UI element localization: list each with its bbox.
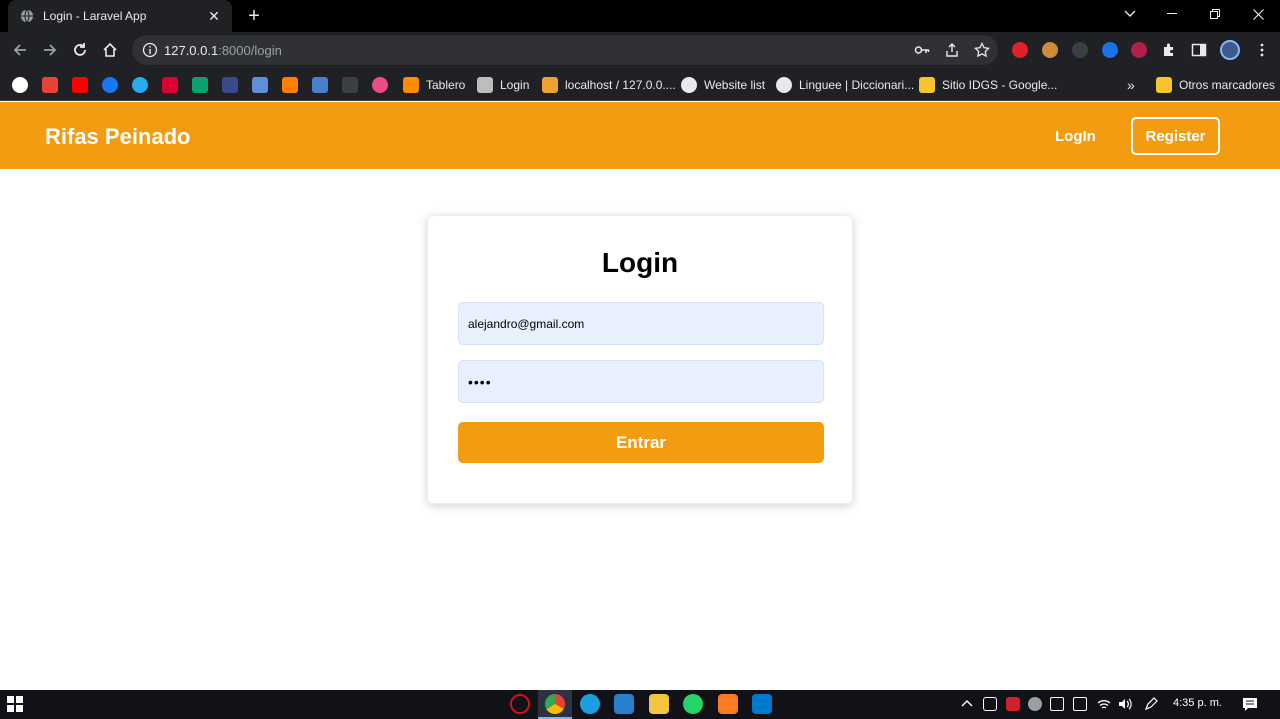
tray-steam-icon[interactable]	[1028, 697, 1042, 711]
telegram-icon[interactable]	[132, 77, 148, 93]
windows-start-icon[interactable]	[6, 695, 24, 713]
browser-toolbar: 127.0.0.1:8000/login	[0, 32, 1280, 68]
share-icon[interactable]	[944, 42, 960, 58]
volume-icon[interactable]	[1118, 697, 1132, 711]
opera-icon[interactable]	[510, 694, 530, 714]
submit-button[interactable]: Entrar	[458, 422, 824, 463]
notifications-icon[interactable]	[1242, 696, 1258, 712]
omnibox-actions	[914, 42, 990, 58]
file-explorer-icon[interactable]	[649, 694, 669, 714]
minimize-icon[interactable]	[1150, 0, 1194, 28]
bookmarks-bar: Tablero Login localhost / 127.0.0.... We…	[0, 68, 1280, 101]
site-info-icon[interactable]	[142, 42, 158, 58]
windows-taskbar: 4:35 p. m.	[0, 690, 1280, 719]
new-tab-button[interactable]: +	[244, 6, 264, 26]
bookmark-star-icon[interactable]	[974, 42, 990, 58]
wifi-icon[interactable]	[1097, 697, 1111, 711]
bookmark-label: Website list	[704, 78, 766, 92]
whatsapp-icon[interactable]	[683, 694, 703, 714]
tab-title: Login - Laravel App	[43, 9, 147, 23]
vscode-icon[interactable]	[752, 694, 772, 714]
nav-login-link[interactable]: LogIn	[1055, 128, 1096, 145]
login-heading: Login	[601, 247, 679, 278]
tablero-icon	[403, 77, 419, 93]
bookmark-login[interactable]: Login	[477, 76, 529, 94]
battery-icon[interactable]	[1073, 697, 1087, 711]
reload-icon[interactable]	[68, 38, 92, 62]
menu-kebab-icon[interactable]	[1254, 42, 1270, 58]
brand-logo[interactable]: Rifas Peinado	[45, 124, 190, 150]
bookmark-website-list[interactable]: Website list	[681, 76, 765, 94]
google-sites-icon	[919, 77, 935, 93]
tray-device-icon[interactable]	[1050, 697, 1064, 711]
folder-icon	[1156, 77, 1172, 93]
key-icon[interactable]	[914, 42, 930, 58]
globe-icon	[776, 77, 792, 93]
taskbar-clock[interactable]: 4:35 p. m.	[1173, 697, 1222, 709]
bookmark-label: Tablero	[426, 78, 466, 92]
ship-icon[interactable]	[312, 77, 328, 93]
page-icon	[477, 77, 493, 93]
globe-icon	[681, 77, 697, 93]
bookmark-sitio-idgs[interactable]: Sitio IDGS - Google...	[919, 76, 1057, 94]
browser-tab[interactable]: Login - Laravel App ✕	[8, 0, 232, 32]
extension-blue-icon[interactable]	[1102, 42, 1118, 58]
email-field[interactable]	[458, 302, 824, 345]
xampp-icon[interactable]	[718, 694, 738, 714]
url-text: 127.0.0.1:8000/login	[164, 43, 282, 58]
bookmark-label: Linguee | Diccionari...	[799, 78, 915, 92]
up-icon[interactable]	[222, 77, 238, 93]
bookmark-dark-icon[interactable]	[342, 77, 358, 93]
tray-app-icon[interactable]	[983, 697, 997, 711]
extension-red-icon[interactable]	[1012, 42, 1028, 58]
bookmark-label: Login	[500, 78, 530, 92]
cookie-extension-icon[interactable]	[1042, 42, 1058, 58]
bookmark-green-icon[interactable]	[192, 77, 208, 93]
pen-icon[interactable]	[1144, 697, 1158, 711]
bookmark-localhost[interactable]: localhost / 127.0.0....	[542, 76, 676, 94]
globe-icon	[20, 9, 34, 23]
phpmyadmin-icon	[542, 77, 558, 93]
chrome-icon[interactable]	[545, 694, 565, 714]
bookmark-tablero[interactable]: Tablero	[403, 76, 465, 94]
google-icon[interactable]	[12, 77, 28, 93]
edge-icon[interactable]	[580, 694, 600, 714]
login-card: Login Entrar	[427, 215, 853, 504]
bookmark-linguee[interactable]: Linguee | Diccionari...	[776, 76, 914, 94]
address-bar[interactable]: 127.0.0.1:8000/login	[132, 35, 998, 65]
angular-icon[interactable]	[162, 77, 178, 93]
tray-mega-icon[interactable]	[1006, 697, 1020, 711]
tab-close-icon[interactable]: ✕	[206, 8, 222, 24]
url-host: 127.0.0.1	[164, 42, 219, 58]
youtube-icon[interactable]	[72, 77, 88, 93]
bookmark-label: localhost / 127.0.0....	[565, 78, 676, 92]
bookmark-pinwheel-icon[interactable]	[372, 77, 388, 93]
tab-search-icon[interactable]	[1108, 0, 1152, 28]
other-bookmarks[interactable]: Otros marcadores	[1156, 76, 1275, 94]
forward-icon[interactable]	[38, 38, 62, 62]
other-bookmarks-label: Otros marcadores	[1179, 78, 1276, 92]
app-navbar: Rifas Peinado LogIn Register	[0, 102, 1280, 169]
tray-chevron-up-icon[interactable]	[960, 697, 974, 711]
extension-play-icon[interactable]	[1131, 42, 1147, 58]
password-field[interactable]	[458, 360, 824, 403]
facebook-icon[interactable]	[102, 77, 118, 93]
url-path: :8000/login	[218, 42, 282, 58]
runner-icon[interactable]	[282, 77, 298, 93]
bookmark-blue-icon[interactable]	[252, 77, 268, 93]
close-window-icon[interactable]	[1236, 0, 1280, 28]
restore-icon[interactable]	[1193, 0, 1237, 28]
remote-desktop-icon[interactable]	[614, 694, 634, 714]
browser-tab-strip: Login - Laravel App ✕ +	[0, 0, 1280, 32]
home-icon[interactable]	[98, 38, 122, 62]
side-panel-icon[interactable]	[1191, 42, 1207, 58]
extension-gray-icon[interactable]	[1072, 42, 1088, 58]
more-bookmarks-chevron-icon[interactable]: »	[1127, 76, 1135, 94]
back-icon[interactable]	[8, 38, 32, 62]
bookmark-label: Sitio IDGS - Google...	[942, 78, 1058, 92]
extensions-puzzle-icon[interactable]	[1161, 42, 1177, 58]
gmail-icon[interactable]	[42, 77, 58, 93]
nav-register-button[interactable]: Register	[1131, 117, 1220, 155]
profile-avatar[interactable]	[1220, 40, 1240, 60]
